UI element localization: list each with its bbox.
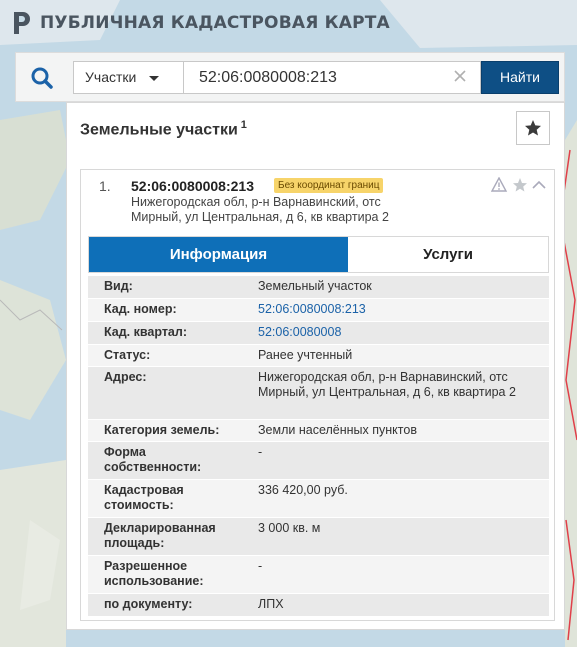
prop-row-cadastral-value: Кадастровая стоимость: 336 420,00 руб.: [88, 480, 549, 518]
prop-row-declared-area: Декларированная площадь: 3 000 кв. м: [88, 518, 549, 556]
prop-value: Земельный участок: [258, 279, 372, 293]
app-title: ПУБЛИЧНАЯ КАДАСТРОВАЯ КАРТА: [40, 13, 390, 33]
star-icon: [525, 120, 541, 136]
prop-value: 3 000 кв. м: [258, 521, 321, 535]
prop-value: ЛПХ: [258, 597, 284, 611]
prop-label: Статус:: [104, 348, 151, 362]
search-bar: Участки 52:06:0080008:213 Найти: [15, 52, 565, 102]
result-address: Нижегородская обл, р-н Варнавинский, отс…: [131, 195, 389, 224]
prop-value: Земли населённых пунктов: [258, 423, 417, 437]
prop-row-cad-number: Кад. номер: 52:06:0080008:213: [88, 299, 549, 322]
results-title: Земельные участки 1: [80, 119, 247, 139]
status-badge: Без координат границ: [274, 178, 384, 193]
prop-value: Нижегородская обл, р-н Варнавинский, отс…: [258, 370, 516, 399]
prop-row-permitted-use: Разрешенное использование: -: [88, 556, 549, 594]
prop-row-ownership: Форма собственности: -: [88, 442, 549, 480]
tab-information[interactable]: Информация: [89, 237, 348, 272]
prop-label: Декларированная площадь:: [104, 521, 216, 550]
search-query: 52:06:0080008:213: [199, 69, 337, 86]
properties-table: Вид: Земельный участок Кад. номер: 52:06…: [88, 276, 549, 617]
favorite-button[interactable]: [516, 111, 550, 145]
results-panel: Земельные участки 1 1. 52:06:0080008:213 …: [66, 102, 565, 630]
prop-row-by-document: по документу: ЛПХ: [88, 594, 549, 617]
object-type-label: Участки: [85, 69, 137, 85]
prop-label: Категория земель:: [104, 423, 220, 437]
prop-value: Ранее учтенный: [258, 348, 353, 362]
close-icon[interactable]: [453, 69, 467, 83]
rosreestr-logo-icon: [14, 12, 30, 34]
prop-label: Форма собственности:: [104, 445, 202, 474]
tabs: Информация Услуги: [88, 236, 549, 273]
prop-label: Разрешенное использование:: [104, 559, 204, 588]
prop-value: -: [258, 445, 263, 459]
chevron-down-icon: [149, 76, 159, 81]
prop-label: Адрес:: [104, 370, 147, 384]
prop-row-land-category: Категория земель: Земли населённых пункт…: [88, 420, 549, 442]
prop-label: Кад. квартал:: [104, 325, 187, 339]
result-number: 1.: [99, 178, 111, 194]
prop-label: Кадастровая стоимость:: [104, 483, 184, 512]
result-cad-number[interactable]: 52:06:0080008:213: [131, 178, 254, 194]
cad-quarter-link[interactable]: 52:06:0080008: [258, 325, 543, 340]
prop-label: по документу:: [104, 597, 193, 611]
search-input[interactable]: 52:06:0080008:213: [183, 61, 481, 94]
tab-services[interactable]: Услуги: [348, 237, 548, 272]
item-actions: [491, 177, 546, 192]
cad-number-link[interactable]: 52:06:0080008:213: [258, 302, 543, 317]
warning-icon[interactable]: [491, 177, 508, 192]
prop-value: 336 420,00 руб.: [258, 483, 348, 497]
chevron-up-icon[interactable]: [532, 180, 546, 189]
object-type-select[interactable]: Участки: [73, 61, 183, 94]
search-icon[interactable]: [27, 63, 57, 93]
prop-label: Вид:: [104, 279, 133, 293]
prop-row-cad-quarter: Кад. квартал: 52:06:0080008: [88, 322, 549, 345]
prop-row-type: Вид: Земельный участок: [88, 276, 549, 299]
results-title-text: Земельные участки: [80, 121, 238, 139]
prop-row-address: Адрес: Нижегородская обл, р-н Варнавинск…: [88, 367, 549, 420]
prop-row-status: Статус: Ранее учтенный: [88, 345, 549, 367]
prop-label: Кад. номер:: [104, 302, 177, 316]
find-button[interactable]: Найти: [481, 61, 559, 94]
brand: ПУБЛИЧНАЯ КАДАСТРОВАЯ КАРТА: [10, 10, 390, 36]
star-outline-icon[interactable]: [513, 178, 527, 192]
results-count: 1: [240, 119, 247, 131]
result-item: 1. 52:06:0080008:213 Без координат грани…: [80, 169, 555, 621]
prop-value: -: [258, 559, 263, 573]
